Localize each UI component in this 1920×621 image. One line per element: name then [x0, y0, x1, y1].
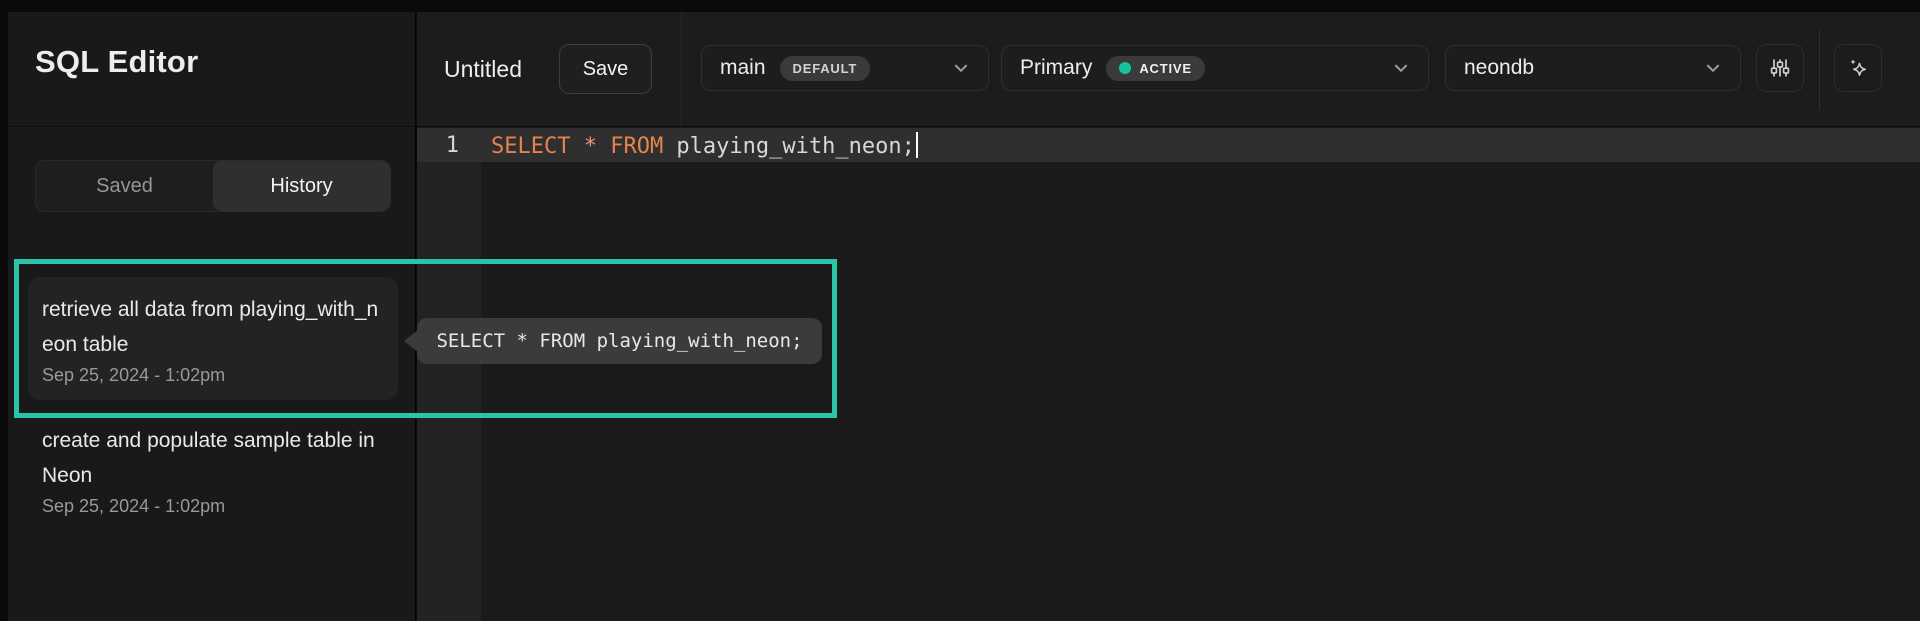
tooltip-arrow — [404, 330, 418, 352]
page-background-left — [0, 12, 8, 621]
save-button[interactable]: Save — [559, 44, 652, 94]
sql-code-editor[interactable]: 1 SELECT * FROM playing_with_neon; — [417, 128, 1920, 621]
editor-pane: Untitled Save main DEFAULT Primary ACTIV… — [417, 12, 1920, 621]
sidebar: SQL Editor Saved History retrieve all da… — [8, 12, 416, 621]
sliders-icon — [1768, 56, 1792, 80]
history-item-title: create and populate sample table in Neon — [42, 423, 384, 493]
editor-topbar: Untitled Save main DEFAULT Primary ACTIV… — [417, 12, 1920, 127]
history-item-timestamp: Sep 25, 2024 - 1:02pm — [42, 365, 384, 386]
chevron-down-icon — [1704, 59, 1722, 77]
tab-history[interactable]: History — [213, 161, 390, 211]
query-tab-untitled[interactable]: Untitled — [444, 12, 522, 127]
database-select-value: neondb — [1464, 56, 1534, 80]
page-title: SQL Editor — [35, 44, 198, 80]
sidebar-header: SQL Editor — [8, 12, 415, 127]
compute-select[interactable]: Primary ACTIVE — [1001, 45, 1429, 91]
compute-select-value: Primary — [1020, 56, 1092, 80]
active-badge-label: ACTIVE — [1139, 61, 1191, 76]
default-badge: DEFAULT — [780, 56, 871, 81]
tab-saved-label: Saved — [96, 175, 153, 198]
history-item-title: retrieve all data from playing_with_neon… — [42, 292, 384, 362]
history-item-timestamp: Sep 25, 2024 - 1:02pm — [42, 496, 398, 517]
history-item[interactable]: create and populate sample table in Neon… — [42, 423, 398, 517]
topbar-divider — [1819, 30, 1820, 110]
sql-keyword: FROM — [610, 134, 663, 159]
sql-editor-app: SQL Editor Saved History retrieve all da… — [0, 0, 1920, 621]
branch-select[interactable]: main DEFAULT — [701, 45, 989, 91]
tab-saved[interactable]: Saved — [36, 161, 213, 211]
branch-select-value: main — [720, 56, 766, 80]
chevron-down-icon — [952, 59, 970, 77]
code-text: SELECT * FROM playing_with_neon; — [481, 132, 918, 159]
sql-identifier: playing_with_neon; — [676, 134, 914, 159]
tooltip-query-text: SELECT * FROM playing_with_neon; — [436, 330, 802, 352]
line-number-gutter — [417, 128, 481, 621]
topbar-divider — [681, 12, 682, 127]
line-number: 1 — [417, 133, 481, 158]
sql-operator: * — [584, 134, 597, 159]
sql-keyword: SELECT — [491, 134, 570, 159]
text-cursor — [916, 132, 918, 158]
page-background-top — [0, 0, 1920, 12]
active-badge: ACTIVE — [1106, 56, 1204, 81]
ai-assist-button[interactable] — [1834, 44, 1882, 92]
tab-history-label: History — [270, 175, 332, 198]
history-query-tooltip: SELECT * FROM playing_with_neon; — [417, 318, 822, 364]
sparkle-icon — [1845, 55, 1871, 81]
status-dot — [1119, 62, 1131, 74]
history-item-selected[interactable]: retrieve all data from playing_with_neon… — [28, 277, 398, 400]
saved-history-tab-group: Saved History — [35, 160, 391, 212]
code-line-1: 1 SELECT * FROM playing_with_neon; — [417, 128, 1920, 162]
editor-settings-button[interactable] — [1756, 44, 1804, 92]
database-select[interactable]: neondb — [1445, 45, 1741, 91]
chevron-down-icon — [1392, 59, 1410, 77]
query-tab-label: Untitled — [444, 56, 522, 83]
